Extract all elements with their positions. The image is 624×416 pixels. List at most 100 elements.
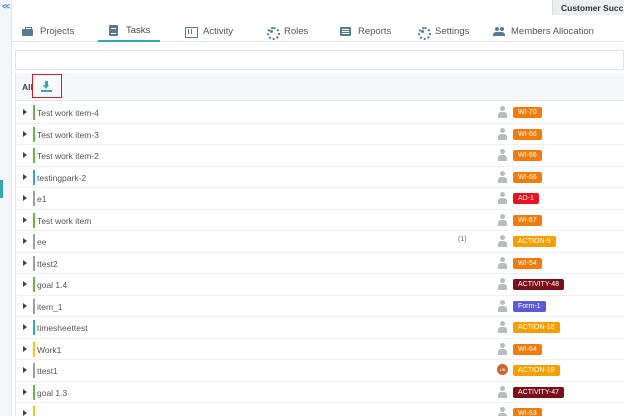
tasks-icon: [108, 24, 119, 36]
work-item-id-badge[interactable]: WI-70: [513, 107, 542, 118]
task-title[interactable]: Test work item-4: [37, 108, 99, 118]
table-row[interactable]: Test work item-3 WI-66: [16, 123, 624, 145]
tab-tasks[interactable]: Tasks: [98, 20, 161, 42]
task-title[interactable]: goal 1.3: [37, 388, 67, 398]
table-row[interactable]: goal 1.3 ACTIVITY-47: [16, 381, 624, 403]
work-item-id-badge[interactable]: Form-1: [513, 300, 546, 312]
tab-label: Activity: [203, 25, 234, 37]
table-header: All: [16, 73, 624, 101]
task-title[interactable]: ttest1: [37, 366, 58, 376]
sidebar-scroll-marker[interactable]: [0, 180, 3, 198]
user-icon[interactable]: [497, 127, 508, 140]
work-item-id-badge[interactable]: AD-1: [513, 193, 539, 204]
tab-reports[interactable]: Reports: [340, 20, 391, 42]
work-item-id-badge[interactable]: WI-66: [513, 171, 542, 183]
table-row[interactable]: item_1 Form-1: [16, 295, 624, 317]
search-input[interactable]: [15, 50, 624, 70]
user-icon[interactable]: [497, 256, 508, 269]
expand-caret-icon[interactable]: [23, 216, 27, 223]
work-item-id-badge[interactable]: WI-67: [513, 214, 542, 226]
download-button[interactable]: [32, 74, 62, 98]
work-item-id-badge[interactable]: WI-64: [513, 343, 542, 355]
status-bar: [33, 320, 35, 335]
user-icon[interactable]: [497, 342, 508, 355]
task-title[interactable]: Work1: [37, 345, 61, 355]
task-title[interactable]: e1: [37, 194, 46, 204]
gear-icon: [417, 26, 431, 40]
table-row[interactable]: timesheettest ACTION-18: [16, 317, 624, 339]
expand-caret-icon[interactable]: [23, 195, 27, 201]
tab-label: Settings: [435, 25, 470, 37]
tab-label: Tasks: [126, 24, 151, 36]
user-icon[interactable]: [497, 235, 508, 247]
work-item-id-badge[interactable]: ACTIVITY-47: [513, 386, 564, 398]
expand-caret-icon[interactable]: [23, 173, 27, 180]
expand-caret-icon[interactable]: [23, 410, 27, 416]
task-title[interactable]: testingpark-2: [37, 173, 86, 183]
task-title[interactable]: Test work item-2: [37, 151, 99, 161]
status-bar: [33, 169, 35, 185]
expand-caret-icon[interactable]: [23, 281, 27, 287]
table-row[interactable]: e1 AD-1: [16, 188, 624, 210]
table-row[interactable]: Test work item WI-67: [16, 209, 624, 231]
work-item-id-badge[interactable]: ACTION-19: [513, 365, 560, 376]
left-sidebar-strip: <<: [0, 0, 12, 416]
task-title[interactable]: item_1: [37, 302, 63, 312]
work-item-id-badge[interactable]: ACTIVITY-48: [513, 279, 564, 290]
expand-caret-icon[interactable]: [23, 238, 27, 244]
work-item-id-badge[interactable]: WI-66: [513, 128, 542, 140]
table-row[interactable]: WI-63: [16, 403, 624, 416]
work-item-id-badge[interactable]: WI-54: [513, 257, 542, 269]
tab-label: Members Allocation: [511, 25, 594, 37]
table-row[interactable]: goal 1.4 ACTIVITY-48: [16, 274, 624, 296]
table-row[interactable]: ttest2 WI-54: [16, 252, 624, 274]
table-row[interactable]: Test work item-4 WI-70: [16, 102, 624, 124]
table-row[interactable]: testingpark-2 WI-66: [16, 166, 624, 188]
task-title[interactable]: ee: [37, 237, 46, 247]
table-row[interactable]: Test work item-2 WI-66: [16, 145, 624, 167]
avatar[interactable]: UB: [497, 364, 508, 375]
expand-caret-icon[interactable]: [23, 302, 27, 309]
expand-caret-icon[interactable]: [23, 388, 27, 395]
expand-caret-icon[interactable]: [23, 345, 27, 352]
tasks-table: All Test work item-4 WI-70 Test work item-…: [15, 73, 624, 416]
expand-caret-icon[interactable]: [23, 259, 27, 266]
user-icon[interactable]: [497, 192, 508, 204]
user-icon[interactable]: [497, 213, 508, 226]
task-title[interactable]: timesheettest: [37, 323, 88, 333]
task-title[interactable]: goal 1.4: [37, 280, 67, 290]
expand-caret-icon[interactable]: [23, 367, 27, 373]
work-item-id-badge[interactable]: ACTION-9: [513, 236, 556, 247]
status-bar: [33, 406, 35, 416]
user-icon[interactable]: [497, 170, 508, 183]
user-icon[interactable]: [497, 149, 508, 161]
work-item-id-badge[interactable]: ACTION-18: [513, 322, 560, 333]
tab-members-allocation[interactable]: Members Allocation: [493, 20, 594, 42]
expand-caret-icon[interactable]: [23, 152, 27, 158]
expand-caret-icon[interactable]: [23, 130, 27, 137]
tab-activity[interactable]: Activity: [185, 20, 233, 42]
table-row[interactable]: ttest1 UB ACTION-19: [16, 360, 624, 382]
task-title[interactable]: ttest2: [37, 259, 58, 269]
user-icon[interactable]: [497, 407, 508, 416]
tab-settings[interactable]: Settings: [417, 20, 469, 42]
download-icon: [41, 81, 52, 92]
task-title[interactable]: Test work item-3: [37, 130, 99, 140]
module-tabs: Projects Tasks Activity Roles Reports Se…: [12, 20, 624, 42]
tab-projects[interactable]: Projects: [22, 20, 74, 42]
user-icon[interactable]: [497, 385, 508, 398]
customer-success-tab[interactable]: Customer Succ: [552, 0, 624, 15]
user-icon[interactable]: [497, 106, 508, 118]
user-icon[interactable]: [497, 321, 508, 333]
tab-roles[interactable]: Roles: [266, 20, 308, 42]
work-item-id-badge[interactable]: WI-66: [513, 150, 542, 161]
expand-caret-icon[interactable]: [23, 324, 27, 330]
table-row[interactable]: Work1 WI-64: [16, 338, 624, 360]
table-row[interactable]: ee (1) ACTION-9: [16, 231, 624, 253]
work-item-id-badge[interactable]: WI-63: [513, 408, 542, 416]
user-icon[interactable]: [497, 278, 508, 290]
double-chevron-left-icon[interactable]: <<: [2, 2, 10, 11]
user-icon[interactable]: [497, 299, 508, 312]
expand-caret-icon[interactable]: [23, 109, 27, 115]
task-title[interactable]: Test work item: [37, 216, 91, 226]
